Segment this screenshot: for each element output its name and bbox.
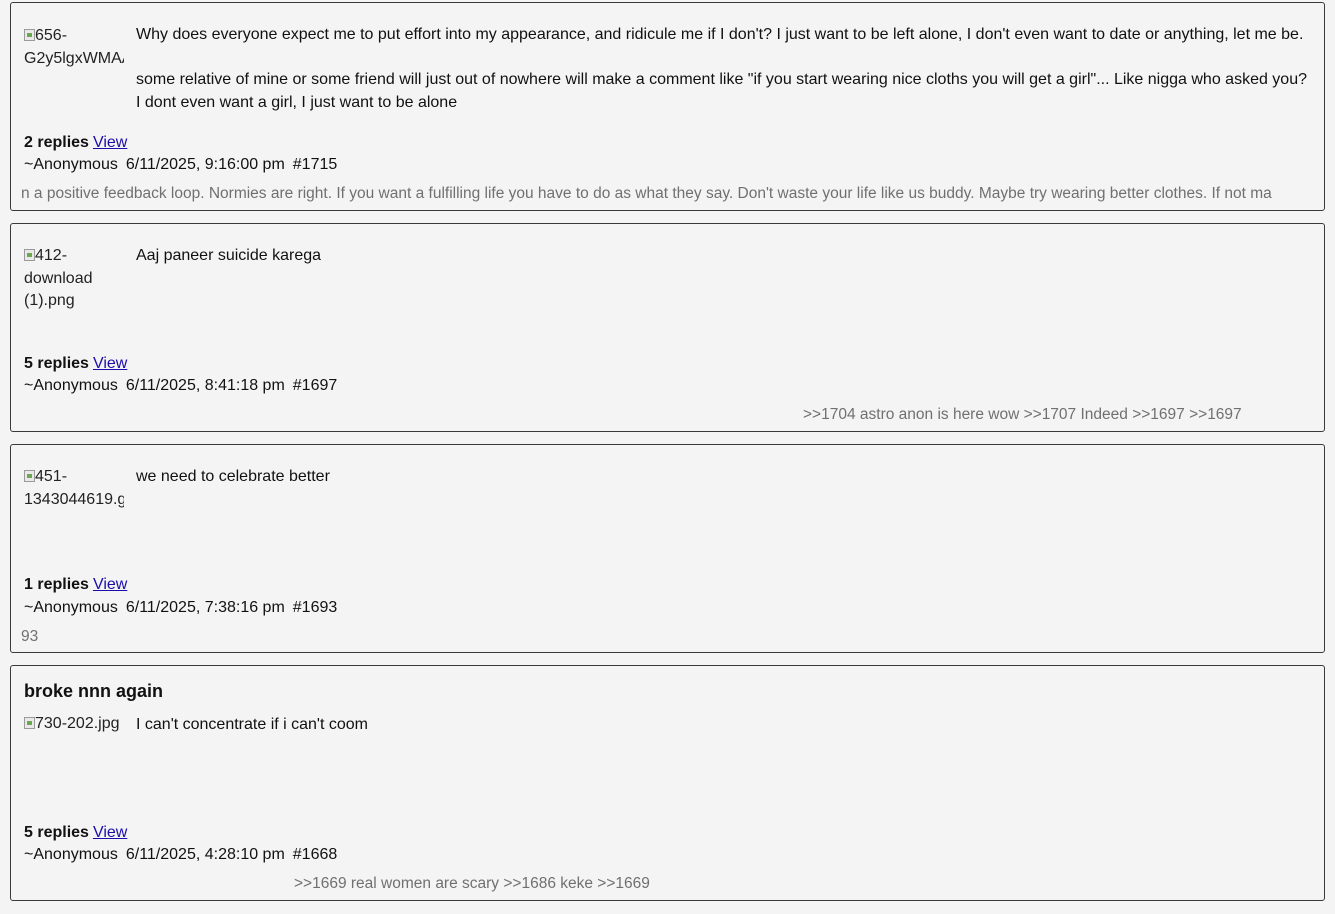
post-meta: ~Anonymous 6/11/2025, 9:16:00 pm #1715 <box>24 154 337 176</box>
author-name: ~Anonymous <box>24 599 118 616</box>
thread-body: we need to celebrate better <box>136 466 1314 489</box>
view-thread-link[interactable]: View <box>93 355 127 372</box>
thread-thumbnail[interactable]: 451-1343044619.gif <box>24 466 124 576</box>
thread-body-paragraph: some relative of mine or some friend wil… <box>136 71 1307 111</box>
post-meta: ~Anonymous 6/11/2025, 4:28:10 pm #1668 <box>24 844 337 866</box>
view-thread-link[interactable]: View <box>93 134 127 151</box>
post-timestamp: 6/11/2025, 8:41:18 pm <box>125 377 285 394</box>
post-meta: ~Anonymous 6/11/2025, 8:41:18 pm #1697 <box>24 375 337 397</box>
replies-line: 2 replies View <box>24 132 127 154</box>
post-timestamp: 6/11/2025, 4:28:10 pm <box>125 846 285 863</box>
thread-card[interactable]: broke nnn again 730-202.jpg I can't conc… <box>10 665 1325 901</box>
broken-image-icon <box>24 470 35 482</box>
view-thread-link[interactable]: View <box>93 824 127 841</box>
post-timestamp: 6/11/2025, 9:16:00 pm <box>125 156 285 173</box>
reply-count: 1 replies <box>24 576 89 593</box>
replies-line: 5 replies View <box>24 353 127 375</box>
broken-image-icon <box>24 717 35 729</box>
author-name: ~Anonymous <box>24 377 118 394</box>
broken-image-icon <box>24 29 35 41</box>
thread-body: Why does everyone expect me to put effor… <box>136 24 1314 114</box>
thumbnail-alt-text: 656-G2y5lgxWMAA <box>24 27 124 67</box>
thread-body-paragraph: we need to celebrate better <box>136 468 330 485</box>
thread-body-paragraph: I can't concentrate if i can't coom <box>136 716 368 733</box>
thread-body: I can't concentrate if i can't coom <box>136 714 1314 737</box>
thumbnail-alt-text: 730-202.jpg <box>35 715 120 732</box>
author-name: ~Anonymous <box>24 846 118 863</box>
thread-thumbnail[interactable]: 412-download (1).png <box>24 245 124 355</box>
thread-body-paragraph: Aaj paneer suicide karega <box>136 247 322 264</box>
thread-body-paragraph: Why does everyone expect me to put effor… <box>136 26 1304 43</box>
thread-thumbnail[interactable]: 656-G2y5lgxWMAA <box>24 25 124 135</box>
post-number[interactable]: #1668 <box>293 846 338 863</box>
reply-preview-ticker: n a positive feedback loop. Normies are … <box>21 185 1272 202</box>
reply-count: 5 replies <box>24 355 89 372</box>
thread-card[interactable]: 451-1343044619.gif we need to celebrate … <box>10 444 1325 653</box>
post-meta: ~Anonymous 6/11/2025, 7:38:16 pm #1693 <box>24 597 337 619</box>
view-thread-link[interactable]: View <box>93 576 127 593</box>
reply-count: 5 replies <box>24 824 89 841</box>
post-number[interactable]: #1697 <box>293 377 338 394</box>
replies-line: 5 replies View <box>24 822 127 844</box>
thread-body: Aaj paneer suicide karega <box>136 245 1314 268</box>
post-number[interactable]: #1715 <box>293 156 338 173</box>
broken-image-icon <box>24 249 35 261</box>
post-number[interactable]: #1693 <box>293 599 338 616</box>
thread-title: broke nnn again <box>24 681 164 701</box>
reply-preview-ticker: 93 <box>21 628 39 645</box>
thread-thumbnail[interactable]: 730-202.jpg <box>24 713 124 823</box>
reply-preview-ticker: >>1669 real women are scary >>1686 keke … <box>294 875 650 892</box>
thumbnail-alt-text: 451-1343044619.gif <box>24 468 124 508</box>
post-timestamp: 6/11/2025, 7:38:16 pm <box>125 599 285 616</box>
reply-count: 2 replies <box>24 134 89 151</box>
thread-card[interactable]: 412-download (1).png Aaj paneer suicide … <box>10 223 1325 432</box>
reply-preview-ticker: >>1704 astro anon is here wow >>1707 Ind… <box>803 406 1242 423</box>
author-name: ~Anonymous <box>24 156 118 173</box>
thread-list: 656-G2y5lgxWMAA Why does everyone expect… <box>0 0 1335 914</box>
replies-line: 1 replies View <box>24 574 127 596</box>
thread-card[interactable]: 656-G2y5lgxWMAA Why does everyone expect… <box>10 2 1325 211</box>
